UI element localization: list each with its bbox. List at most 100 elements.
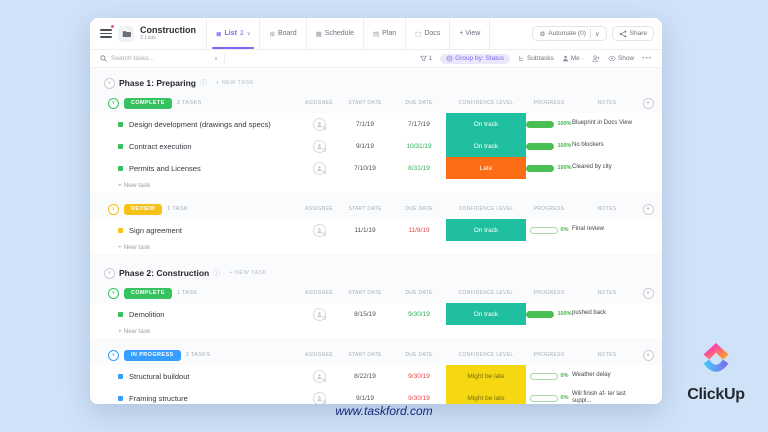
start-date[interactable]: 7/10/19 <box>338 165 392 172</box>
list-count: 2 <box>240 30 244 37</box>
tab-board[interactable]: ⊞ Board <box>259 18 305 49</box>
notes-cell[interactable]: Final review <box>572 226 642 234</box>
start-date[interactable]: 9/1/19 <box>338 395 392 402</box>
collapse-phase-icon[interactable]: ∨ <box>104 78 115 89</box>
start-date[interactable]: 7/1/19 <box>338 121 392 128</box>
new-task-row[interactable]: + New task <box>90 179 662 192</box>
chevron-down-icon: ∨ <box>247 31 251 37</box>
confidence-cell[interactable]: On track <box>446 113 526 135</box>
assignee-avatar[interactable]: ⚙ <box>313 140 326 153</box>
status-badge[interactable]: COMPLETE <box>124 288 172 299</box>
tab-list[interactable]: ≣ List 2 ∨ <box>206 18 259 49</box>
more-options-button[interactable]: ••• <box>642 55 652 62</box>
confidence-cell[interactable]: On track <box>446 135 526 157</box>
clickup-logo-icon <box>699 338 733 378</box>
confidence-cell[interactable]: Late <box>446 157 526 179</box>
gear-icon: ⚙ <box>322 379 326 384</box>
gear-icon: ⚙ <box>322 171 326 176</box>
due-date[interactable]: 9/30/19 <box>392 373 446 380</box>
subtasks-button[interactable]: Subtasks <box>518 55 554 62</box>
me-filter-button[interactable]: Me · <box>562 55 584 62</box>
new-task-row[interactable]: + New task <box>90 325 662 338</box>
notes-cell[interactable]: No blockers <box>572 142 642 150</box>
confidence-cell[interactable]: On track <box>446 303 526 325</box>
status-square-icon <box>118 166 123 171</box>
column-header-progress: PROGRESS <box>526 100 572 106</box>
notes-cell[interactable]: Weather delay <box>572 372 642 380</box>
assignee-avatar[interactable]: ⚙ <box>313 162 326 175</box>
table-row[interactable]: Contract execution ⚙ 9/1/19 10/31/19 On … <box>90 135 662 157</box>
person-icon <box>562 55 569 62</box>
due-date[interactable]: 9/30/19 <box>392 311 446 318</box>
add-column-button[interactable]: + <box>643 288 654 299</box>
notes-cell[interactable]: Will finish af- ter last suppl... <box>572 391 642 405</box>
assignee-avatar[interactable]: ⚙ <box>313 308 326 321</box>
add-column-button[interactable]: + <box>643 350 654 361</box>
due-date[interactable]: 9/30/19 <box>392 395 446 402</box>
group-by-button[interactable]: Group by: Status <box>440 54 510 64</box>
collapse-group-icon[interactable]: ∨ <box>108 288 119 299</box>
start-date[interactable]: 8/22/19 <box>338 373 392 380</box>
progress-cell: 100% <box>526 143 572 150</box>
new-task-link[interactable]: + NEW TASK <box>229 270 267 276</box>
automate-icon: ⚙ <box>539 30 545 38</box>
hamburger-menu-icon[interactable] <box>100 27 112 40</box>
table-row[interactable]: Structural buildout ⚙ 8/22/19 9/30/19 Mi… <box>90 365 662 387</box>
new-task-row[interactable]: + New task <box>90 241 662 254</box>
table-row[interactable]: Permits and Licenses ⚙ 7/10/19 8/31/19 L… <box>90 157 662 179</box>
new-task-link[interactable]: + NEW TASK <box>216 80 254 86</box>
group-complete-phase2: ∨ COMPLETE 1 TASK ASSIGNEE START DATE DU… <box>90 284 662 338</box>
filter-button[interactable]: 1 <box>420 55 433 62</box>
collapse-group-icon[interactable]: ∨ <box>108 204 119 215</box>
chevron-down-icon: ∨ <box>595 30 600 38</box>
status-square-icon <box>118 144 123 149</box>
tab-plan[interactable]: ▤ Plan <box>363 18 405 49</box>
due-date[interactable]: 8/31/19 <box>392 165 446 172</box>
assignee-avatar[interactable]: ⚙ <box>313 224 326 237</box>
collapse-group-icon[interactable]: ∨ <box>108 350 119 361</box>
show-button[interactable]: Show <box>608 55 634 62</box>
status-badge[interactable]: COMPLETE <box>124 98 172 109</box>
notes-cell[interactable]: Blueprint in Docs View <box>572 120 642 128</box>
assignee-avatar[interactable]: ⚙ <box>313 370 326 383</box>
start-date[interactable]: 8/15/19 <box>338 311 392 318</box>
column-header-start-date: START DATE <box>338 100 392 106</box>
share-button[interactable]: Share <box>612 26 654 41</box>
add-column-button[interactable]: + <box>643 98 654 109</box>
start-date[interactable]: 9/1/19 <box>338 143 392 150</box>
notes-cell[interactable]: Cleared by city <box>572 164 642 172</box>
assignees-button[interactable] <box>592 55 600 62</box>
due-date[interactable]: 10/31/19 <box>392 143 446 150</box>
automate-button[interactable]: ⚙ Automate (0) ∨ <box>532 26 606 41</box>
due-date[interactable]: 11/8/19 <box>392 227 446 234</box>
gear-icon: ⚙ <box>322 233 326 238</box>
tab-docs[interactable]: ▢ Docs <box>405 18 449 49</box>
collapse-phase-icon[interactable]: ∨ <box>104 268 115 279</box>
start-date[interactable]: 11/1/19 <box>338 227 392 234</box>
assignee-avatar[interactable]: ⚙ <box>313 118 326 131</box>
add-column-button[interactable]: + <box>643 204 654 215</box>
table-row[interactable]: Sign agreement ⚙ 11/1/19 11/8/19 On trac… <box>90 219 662 241</box>
collapse-group-icon[interactable]: ∨ <box>108 98 119 109</box>
assignee-avatar[interactable]: ⚙ <box>313 392 326 405</box>
toolbar: Search tasks... ∨ 1 Group by: Status Sub… <box>90 50 662 68</box>
column-header-assignee: ASSIGNEE <box>300 352 338 358</box>
table-row[interactable]: Design development (drawings and specs) … <box>90 113 662 135</box>
progress-cell: 100% <box>526 165 572 172</box>
status-badge[interactable]: IN PROGRESS <box>124 350 181 361</box>
column-header-due-date: DUE DATE <box>392 290 446 296</box>
due-date[interactable]: 7/17/19 <box>392 121 446 128</box>
confidence-cell[interactable]: Might be late <box>446 387 526 404</box>
tab-add-view[interactable]: + View <box>449 18 490 49</box>
column-header-due-date: DUE DATE <box>392 100 446 106</box>
table-row[interactable]: Demolition ⚙ 8/15/19 9/30/19 On track 10… <box>90 303 662 325</box>
table-row[interactable]: Framing structure ⚙ 9/1/19 9/30/19 Might… <box>90 387 662 404</box>
confidence-cell[interactable]: Might be late <box>446 365 526 387</box>
tab-schedule[interactable]: ▦ Schedule <box>306 18 363 49</box>
status-badge[interactable]: REVIEW <box>124 204 162 215</box>
confidence-cell[interactable]: On track <box>446 219 526 241</box>
group-header: ∨ REVIEW 1 TASK ASSIGNEE START DATE DUE … <box>90 200 662 218</box>
progress-cell: 0% <box>526 395 572 402</box>
notes-cell[interactable]: pushed back <box>572 310 642 318</box>
search-input[interactable]: Search tasks... ∨ <box>100 55 218 62</box>
